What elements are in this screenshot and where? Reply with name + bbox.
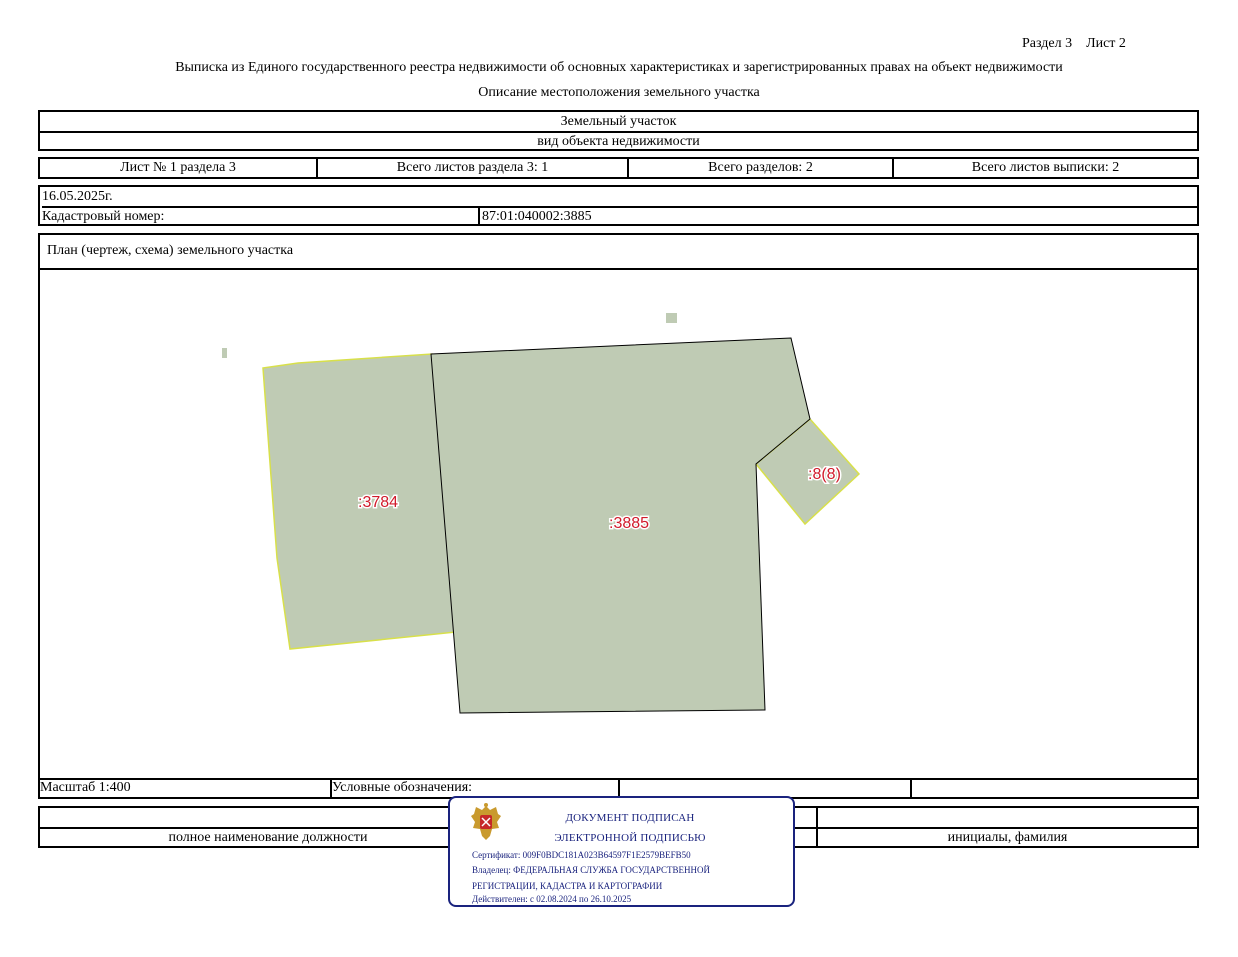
- total-sheets: Всего листов выписки: 2: [971, 160, 1120, 175]
- sheet-number: Лист № 1 раздела 3: [40, 159, 318, 177]
- initials-caption: инициалы, фамилия: [947, 830, 1068, 845]
- plan-header: План (чертеж, схема) земельного участка: [40, 235, 1197, 270]
- legend-cell: [620, 780, 912, 797]
- sheets-row: Лист № 1 раздела 3 Всего листов раздела …: [38, 157, 1199, 179]
- cadastral-number: 87:01:040002:3885: [482, 209, 592, 224]
- stamp-owner-1: Владелец: ФЕДЕРАЛЬНАЯ СЛУЖБА ГОСУДАРСТВЕ…: [472, 865, 711, 875]
- stamp-certificate: Сертификат: 009F0BDC181A023B64597F1E2579…: [472, 850, 691, 860]
- parcel-label-3885: :3885: [609, 515, 649, 532]
- total-sheets-in-section: Всего листов раздела 3: 1: [318, 159, 629, 177]
- plan-footer: Масштаб 1:400 Условные обозначения:: [40, 778, 1197, 797]
- object-name: Земельный участок: [40, 113, 1197, 133]
- extract-date: 16.05.2025г.: [42, 188, 1197, 208]
- document-title: Выписка из Единого государственного реес…: [175, 60, 1063, 75]
- document-subtitle: Описание местоположения земельного участ…: [478, 85, 760, 100]
- info-block: 16.05.2025г. Кадастровый номер: 87:01:04…: [38, 185, 1199, 226]
- object-type-caption: вид объекта недвижимости: [537, 134, 700, 149]
- plan-title: План (чертеж, схема) земельного участка: [47, 243, 294, 258]
- stamp-line-2: ЭЛЕКТРОННОЙ ПОДПИСЬЮ: [554, 832, 706, 844]
- plan-drawing: :3784 :3885 :8(8): [222, 313, 861, 714]
- legend-label: Условные обозначения:: [330, 780, 620, 797]
- electronic-signature-stamp: ДОКУМЕНТ ПОДПИСАН ЭЛЕКТРОННОЙ ПОДПИСЬЮ С…: [448, 796, 795, 907]
- scale-label: Масштаб 1:400: [40, 780, 332, 797]
- plan-block: План (чертеж, схема) земельного участка …: [38, 233, 1199, 799]
- stamp-line-1: ДОКУМЕНТ ПОДПИСАН: [565, 812, 695, 824]
- object-block: Земельный участок вид объекта недвижимос…: [38, 110, 1199, 151]
- coat-of-arms-icon: [471, 803, 501, 840]
- small-parcel-marker: [666, 313, 677, 323]
- stamp-owner-2: РЕГИСТРАЦИИ, КАДАСТРА И КАРТОГРАФИИ: [472, 881, 663, 891]
- section-sheet-label: Раздел 3 Лист 2: [1022, 36, 1126, 51]
- stamp-validity: Действителен: с 02.08.2024 по 26.10.2025: [472, 894, 632, 904]
- parcel-label-3784: :3784: [358, 494, 398, 511]
- small-parcel-marker: [222, 348, 227, 358]
- total-sections: Всего разделов: 2: [629, 159, 894, 177]
- position-caption: полное наименование должности: [168, 830, 368, 845]
- cadastral-label: Кадастровый номер:: [42, 208, 480, 226]
- parcel-label-8-8: :8(8): [808, 466, 841, 483]
